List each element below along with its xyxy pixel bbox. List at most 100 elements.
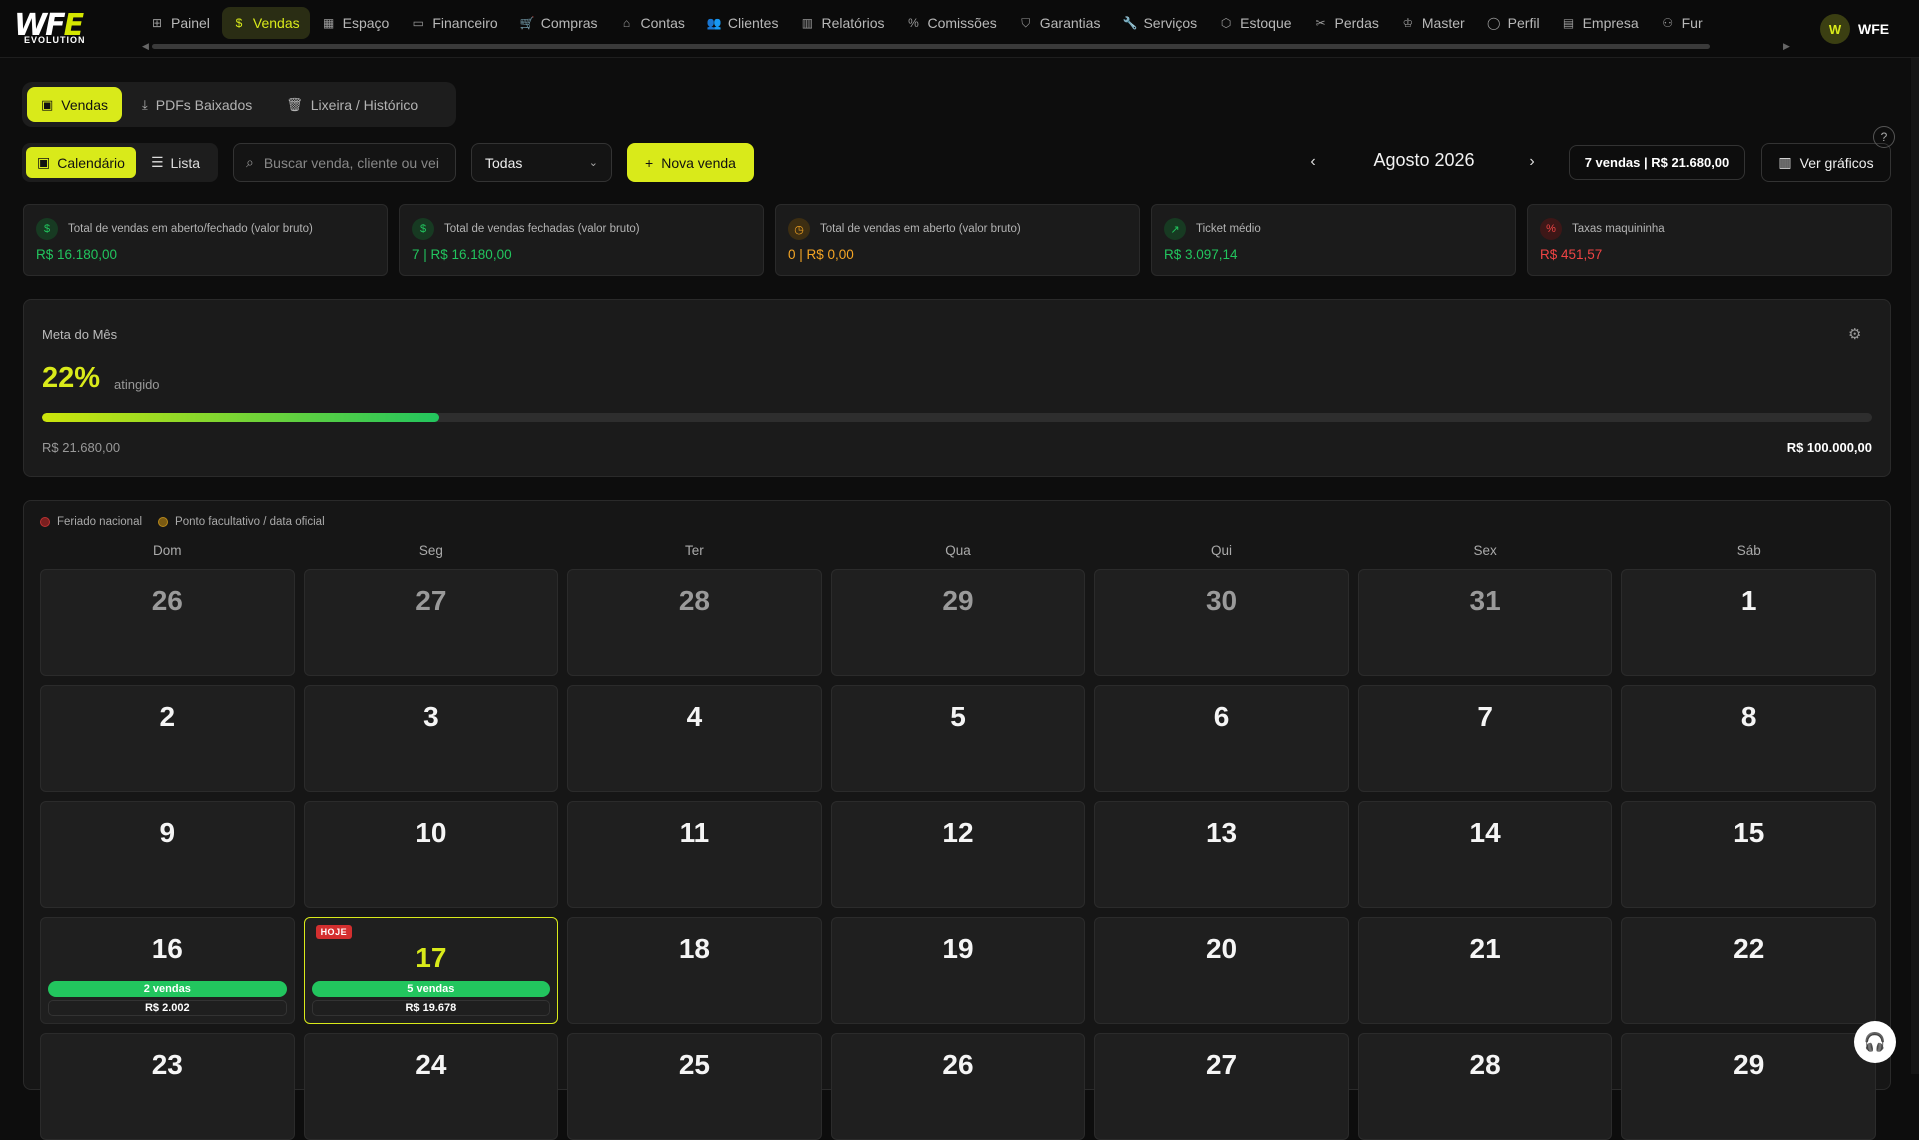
day-number: 8: [1740, 701, 1757, 732]
calendar-day[interactable]: 27: [1094, 1033, 1349, 1140]
calendar-day[interactable]: 8: [1621, 685, 1876, 792]
calendar-day[interactable]: 29: [1621, 1033, 1876, 1140]
day-sales-count[interactable]: 2 vendas: [48, 981, 287, 997]
calendar-day[interactable]: 28: [1357, 1033, 1613, 1140]
view-list-button[interactable]: ☰ Lista: [140, 147, 211, 178]
day-number: 15: [1733, 817, 1765, 848]
nav-item-financeiro[interactable]: ▭ Financeiro: [401, 7, 507, 39]
nav-item-relatorios[interactable]: ▥ Relatórios: [790, 7, 894, 39]
nav-item-clientes[interactable]: 👥 Clientes: [697, 7, 789, 39]
calendar-day[interactable]: 27: [303, 569, 559, 676]
compras-icon: 🛒: [519, 16, 535, 30]
calendar-day[interactable]: 3: [303, 685, 559, 792]
new-sale-button[interactable]: + Nova venda: [627, 143, 754, 182]
calendar-day[interactable]: 16 2 vendas R$ 2.002: [40, 917, 295, 1024]
calendar-day[interactable]: 13: [1094, 801, 1349, 908]
nav-scroll-left-icon[interactable]: ◀: [142, 41, 149, 52]
view-charts-button[interactable]: ▥ Ver gráficos: [1761, 143, 1891, 182]
page-scrollbar[interactable]: [1911, 58, 1919, 1074]
view-calendar-button[interactable]: ▣ Calendário: [26, 147, 136, 178]
calendar-day[interactable]: 29: [830, 569, 1086, 676]
next-month-button[interactable]: ›: [1521, 151, 1543, 173]
nav-item-servicos[interactable]: 🔧 Serviços: [1112, 7, 1207, 39]
calendar-day[interactable]: 23: [40, 1033, 295, 1140]
calendar-day[interactable]: 4: [567, 685, 822, 792]
calendar-day[interactable]: 5: [830, 685, 1086, 792]
calendar-day[interactable]: 7: [1357, 685, 1613, 792]
weekday-label: Dom: [153, 543, 182, 558]
nav-scrollbar[interactable]: [152, 44, 1710, 49]
status-filter-select[interactable]: Todas ⌄: [471, 143, 612, 182]
tab-lixeira-historico[interactable]: 🗑 Lixeira / Histórico: [272, 87, 432, 122]
calendar-day[interactable]: 26: [40, 569, 295, 676]
calendar-day[interactable]: 12: [830, 801, 1086, 908]
nav-item-comissoes[interactable]: % Comissões: [897, 7, 1007, 39]
goal-current-value: R$ 21.680,00: [42, 440, 121, 455]
calendar-day[interactable]: 10: [303, 801, 559, 908]
nav-item-label: Empresa: [1582, 15, 1639, 31]
calendar-day[interactable]: 2: [40, 685, 295, 792]
nav-item-master[interactable]: ♔ Master: [1391, 7, 1475, 39]
weekday-label: Seg: [418, 543, 443, 558]
nav-scroll-right-icon[interactable]: ▶: [1783, 41, 1790, 52]
calendar-day[interactable]: 25: [567, 1033, 822, 1140]
nav-item-painel[interactable]: ⊞ Painel: [140, 7, 220, 39]
nav-item-contas[interactable]: ⌂ Contas: [610, 7, 695, 39]
calendar-day[interactable]: 11: [567, 801, 822, 908]
calendar-day[interactable]: 21: [1357, 917, 1613, 1024]
search-box: ⌕: [233, 143, 456, 182]
search-input[interactable]: [263, 154, 439, 171]
prev-month-button[interactable]: ‹: [1302, 151, 1324, 173]
calendar-day[interactable]: 30: [1094, 569, 1349, 676]
calendar-day[interactable]: 20: [1094, 917, 1349, 1024]
calendar-day[interactable]: 24: [303, 1033, 559, 1140]
nav-item-vendas[interactable]: $ Vendas: [221, 7, 310, 39]
stat-value: 0 | R$ 0,00: [788, 247, 854, 262]
calendar-day[interactable]: 28: [567, 569, 822, 676]
support-headset-icon[interactable]: 🎧: [1854, 1021, 1896, 1063]
nav-item-espaco[interactable]: ▦ Espaço: [312, 7, 400, 39]
calendar-day[interactable]: 14: [1357, 801, 1613, 908]
calendar-day[interactable]: 9: [40, 801, 295, 908]
nav-item-empresa[interactable]: ▤ Empresa: [1552, 7, 1649, 39]
nav-item-perfil[interactable]: ◯ Perfil: [1477, 7, 1550, 39]
calendar-day[interactable]: 31: [1357, 569, 1613, 676]
calendar-day[interactable]: 1: [1621, 569, 1876, 676]
calendar-day[interactable]: 6: [1094, 685, 1349, 792]
tab-pdfs-baixados[interactable]: ⤓ PDFs Baixados: [128, 87, 266, 122]
day-number: 28: [1469, 1049, 1501, 1080]
nav-item-compras[interactable]: 🛒 Compras: [510, 7, 608, 39]
calendar-day[interactable]: HOJE 17 5 vendas R$ 19.678: [303, 917, 559, 1024]
tab-vendas[interactable]: ▣ Vendas: [27, 87, 123, 122]
search-icon: ⌕: [246, 154, 254, 170]
nav-item-garantias[interactable]: ⛉ Garantias: [1009, 7, 1111, 39]
stat-header: $ Total de vendas fechadas (valor bruto): [412, 218, 751, 240]
stat-header: $ Total de vendas em aberto/fechado (valo…: [36, 218, 375, 240]
calendar-day[interactable]: 15: [1621, 801, 1876, 908]
view-toggle: ▣ Calendário ☰ Lista: [22, 143, 218, 182]
calendar-day[interactable]: 18: [567, 917, 822, 1024]
goal-status-label: atingido: [114, 377, 160, 392]
stat-card: $ Total de vendas em aberto/fechado (valo…: [23, 204, 388, 276]
goal-progress-bar: [42, 413, 1872, 422]
nav-item-estoque[interactable]: ⬡ Estoque: [1209, 7, 1301, 39]
day-number: 27: [1205, 1049, 1238, 1080]
nav-item-fur[interactable]: ⚇ Fur: [1651, 7, 1713, 39]
user-menu[interactable]: W WFE: [1820, 14, 1889, 44]
day-number: 1: [1740, 585, 1757, 616]
goal-title: Meta do Mês: [42, 327, 118, 342]
calendar-day[interactable]: 26: [830, 1033, 1086, 1140]
brand-logo[interactable]: WFE EVOLUTION: [14, 8, 126, 48]
day-sales-count[interactable]: 5 vendas: [311, 981, 551, 997]
day-number: 2: [159, 701, 176, 732]
garantias-icon: ⛉: [1021, 15, 1031, 30]
calendar-day[interactable]: 22: [1621, 917, 1876, 1024]
nav-item-perdas[interactable]: ✂ Perdas: [1304, 7, 1389, 39]
bar-chart-icon: ▥: [1778, 154, 1792, 170]
day-number: 25: [678, 1049, 710, 1080]
gear-icon[interactable]: ⚙: [1848, 325, 1861, 343]
help-icon[interactable]: ?: [1873, 126, 1895, 148]
top-navbar: WFE EVOLUTION ⊞ Painel $ Vendas ▦ Espaço ▭ Fina…: [0, 0, 1919, 58]
calendar-day[interactable]: 19: [830, 917, 1086, 1024]
day-number: 9: [159, 817, 176, 848]
